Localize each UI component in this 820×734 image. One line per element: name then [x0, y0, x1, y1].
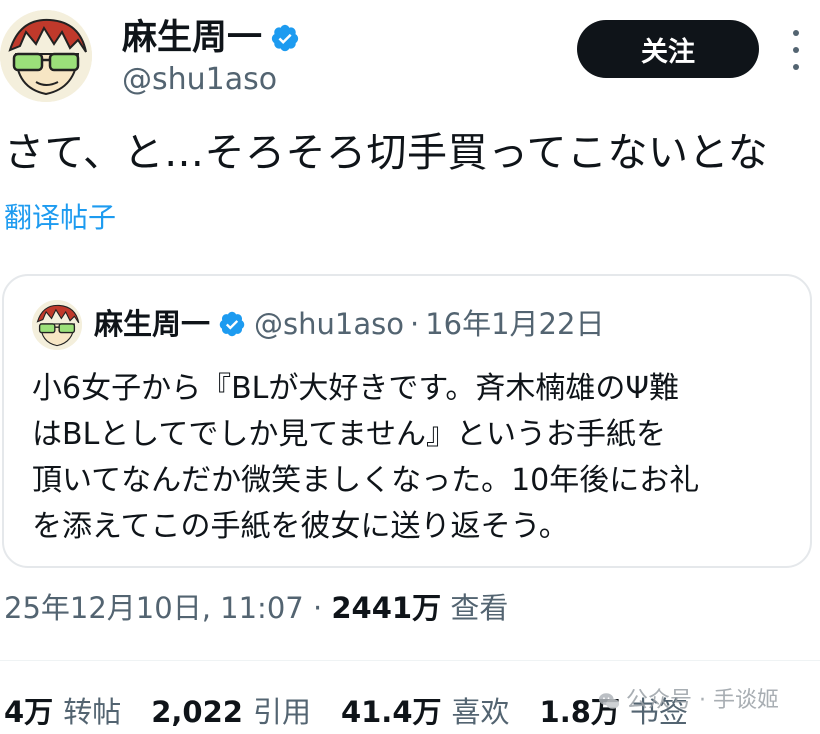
- author-name[interactable]: 麻生周一: [122, 16, 300, 60]
- quoted-text-line: を添えてこの手紙を彼女に送り返そう。: [32, 509, 569, 544]
- author-avatar[interactable]: [0, 10, 92, 102]
- quoted-author-handle: @shu1aso: [254, 307, 404, 341]
- verified-badge-icon: [271, 24, 299, 52]
- watermark-text: 公众号 · 手谈姬: [626, 688, 779, 713]
- author-name-text: 麻生周一: [122, 18, 263, 58]
- stat-count: 41.4万: [340, 695, 442, 729]
- quoted-tweet-card[interactable]: 麻生周一 @shu1aso · 16年1月22日 小6女子から『BLが大好きです…: [2, 274, 812, 568]
- stat-count: 2,022: [151, 695, 243, 729]
- stat-label: 转帖: [63, 695, 122, 729]
- follow-button[interactable]: 关注: [577, 20, 759, 78]
- quoted-tweet-date: 16年1月22日: [425, 307, 605, 341]
- views-label: 查看: [450, 591, 509, 625]
- author-handle[interactable]: @shu1aso: [122, 60, 277, 100]
- wechat-icon: [598, 693, 620, 709]
- meta-separator: ·: [312, 591, 323, 625]
- quoted-tweet-header: 麻生周一 @shu1aso · 16年1月22日: [94, 302, 604, 346]
- more-options-icon[interactable]: [786, 30, 806, 70]
- quoted-tweet-text: 小6女子から『BLが大好きです。斉木楠雄のΨ難 はBLとしてでしか見てません』と…: [32, 366, 802, 550]
- verified-badge-icon: [219, 311, 245, 337]
- stat-label: 喜欢: [451, 695, 510, 729]
- quoted-author-avatar: [32, 300, 82, 350]
- stat-count: 4万: [4, 695, 54, 729]
- more-dot: [793, 47, 799, 53]
- quoted-text-line: 頂いてなんだか微笑ましくなった。10年後にお礼: [32, 463, 700, 498]
- divider: [0, 660, 820, 661]
- translate-post-link[interactable]: 翻译帖子: [4, 200, 116, 236]
- views-count: 2441万: [331, 591, 442, 625]
- tweet-timestamp[interactable]: 25年12月10日, 11:07: [4, 591, 304, 625]
- quoted-avatar-illustration: [32, 300, 82, 350]
- stat-reposts[interactable]: 4万 转帖: [4, 690, 121, 734]
- more-dot: [793, 64, 799, 70]
- quoted-separator: ·: [409, 307, 420, 341]
- quoted-text-line: 小6女子から『BLが大好きです。斉木楠雄のΨ難: [32, 371, 679, 406]
- quoted-author-name: 麻生周一: [94, 307, 211, 341]
- quoted-text-line: はBLとしてでしか見てません』というお手紙を: [32, 417, 666, 452]
- avatar-illustration: [0, 10, 92, 102]
- more-dot: [793, 30, 799, 36]
- tweet-meta: 25年12月10日, 11:07 · 2441万 查看: [4, 586, 508, 630]
- stat-quotes[interactable]: 2,022 引用: [151, 690, 311, 734]
- stat-label: 引用: [252, 695, 311, 729]
- watermark: 公众号 · 手谈姬: [598, 686, 779, 716]
- tweet-text: さて、と…そろそろ切手買ってこないとな: [4, 130, 769, 176]
- stat-likes[interactable]: 41.4万 喜欢: [341, 690, 510, 734]
